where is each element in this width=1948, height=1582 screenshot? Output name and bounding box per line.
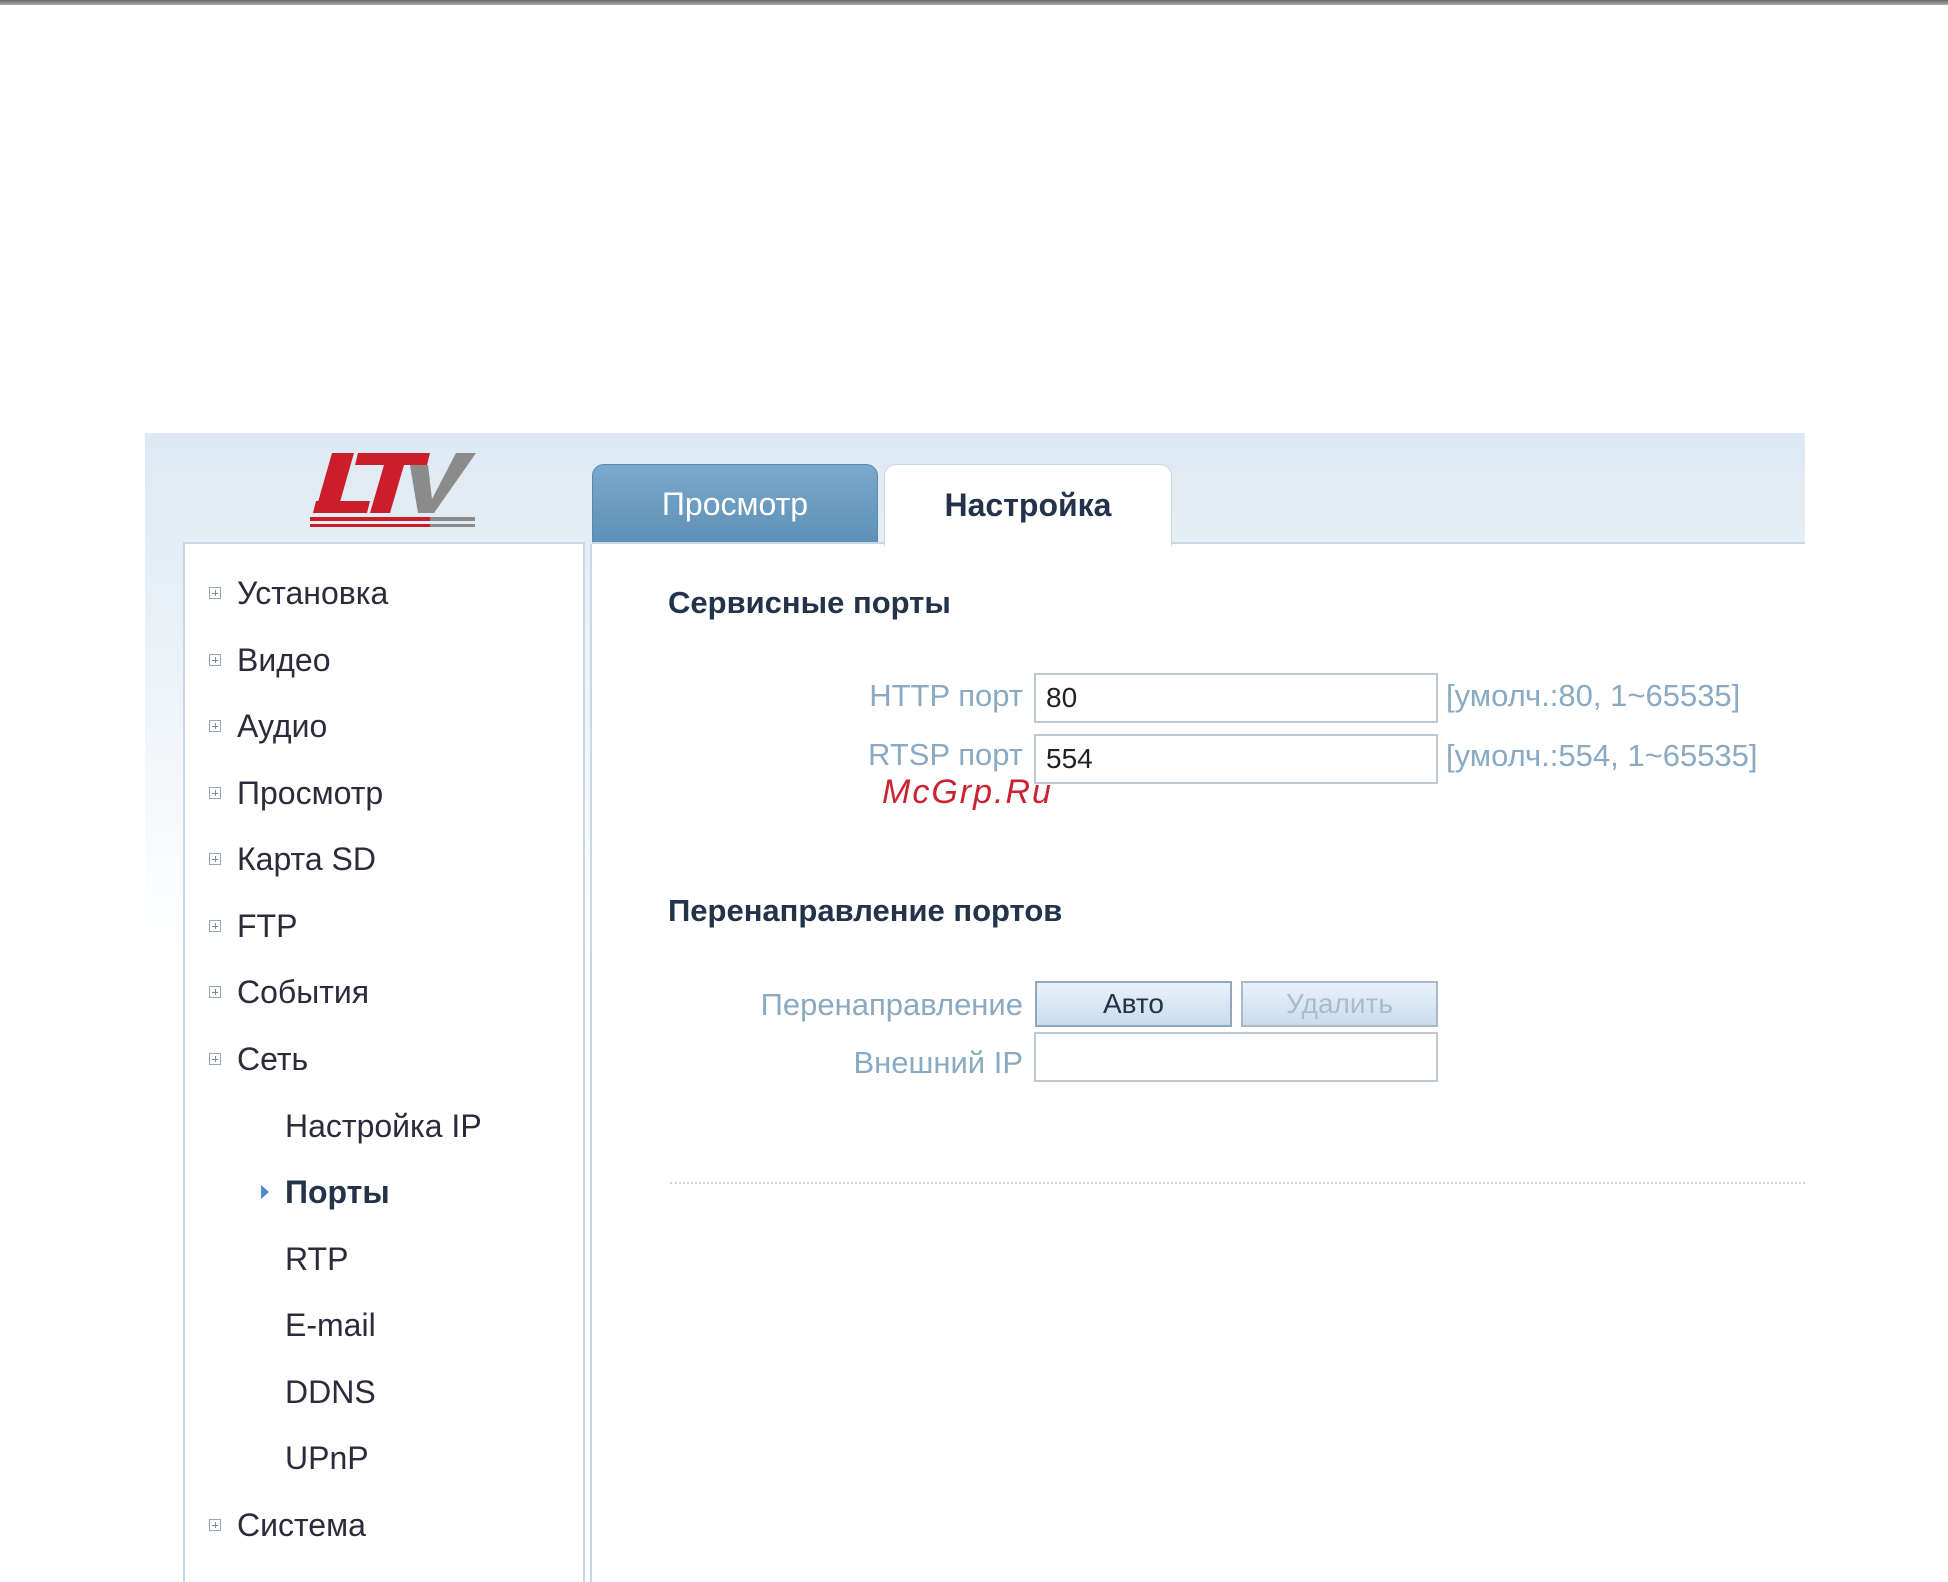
sidebar-subitem-ddns[interactable]: DDNS [285,1367,376,1417]
sidebar-item-install[interactable]: Установка [185,568,388,618]
rtsp-port-label: RTSP порт [868,737,1023,772]
sidebar-item-video[interactable]: Видео [185,635,330,685]
sidebar: Установка Видео Аудио Просмотр Карта SD … [183,542,585,1582]
watermark-text: McGrp.Ru [882,773,1053,811]
expand-icon [209,1053,221,1065]
tab-view[interactable]: Просмотр [592,464,878,544]
expand-icon [209,720,221,732]
sidebar-item-label: Установка [237,574,389,611]
tab-setup[interactable]: Настройка [884,464,1172,546]
port-forwarding-title: Перенаправление портов [668,893,1063,928]
expand-icon [209,654,221,666]
expand-icon [209,1519,221,1531]
sidebar-item-view[interactable]: Просмотр [185,768,383,818]
rtsp-port-input[interactable] [1034,734,1438,784]
expand-icon [209,587,221,599]
service-ports-title: Сервисные порты [668,585,951,620]
sidebar-item-label: UPnP [285,1439,369,1476]
sidebar-item-label: RTP [285,1240,349,1277]
rtsp-port-hint: [умолч.:554, 1~65535] [1446,738,1758,773]
expand-icon [209,787,221,799]
sidebar-subitem-rtp[interactable]: RTP [285,1234,348,1284]
sidebar-item-label: Сеть [237,1040,309,1077]
sidebar-item-ftp[interactable]: FTP [185,901,297,951]
http-port-input[interactable] [1034,673,1438,723]
delete-redirect-button[interactable]: Удалить [1241,981,1438,1027]
http-port-hint: [умолч.:80, 1~65535] [1446,678,1741,713]
content-separator [670,1182,1805,1184]
sidebar-item-label: Настройка IP [285,1107,482,1144]
page-top-rule [0,0,1948,5]
sidebar-item-label: Просмотр [237,774,384,811]
sidebar-subitem-ip-setup[interactable]: Настройка IP [285,1101,482,1151]
sidebar-item-label: Карта SD [237,840,376,877]
redirect-label: Перенаправление [760,987,1023,1022]
sidebar-item-events[interactable]: События [185,967,369,1017]
sidebar-item-sd-card[interactable]: Карта SD [185,834,376,884]
sidebar-subitem-ports[interactable]: Порты [261,1167,390,1217]
sidebar-item-label: E-mail [285,1306,376,1343]
sidebar-item-label: DDNS [285,1373,376,1410]
sidebar-item-label: Видео [237,641,331,678]
sidebar-item-label: Аудио [237,707,328,744]
sidebar-item-audio[interactable]: Аудио [185,701,327,751]
sidebar-item-system[interactable]: Система [185,1500,366,1550]
external-ip-label: Внешний IP [853,1045,1023,1080]
external-ip-input[interactable] [1034,1032,1438,1082]
expand-icon [209,986,221,998]
expand-icon [209,920,221,932]
sidebar-item-label: События [237,973,370,1010]
sidebar-item-label: FTP [237,907,298,944]
http-port-label: HTTP порт [869,678,1023,713]
expand-icon [209,853,221,865]
auto-redirect-button[interactable]: Авто [1035,981,1232,1027]
sidebar-item-network[interactable]: Сеть [185,1034,308,1084]
sidebar-subitem-upnp[interactable]: UPnP [285,1433,369,1483]
sidebar-item-label: Система [237,1506,366,1543]
sidebar-subitem-email[interactable]: E-mail [285,1300,376,1350]
active-arrow-icon [261,1185,269,1199]
ltv-logo [310,453,476,527]
sidebar-item-label: Порты [285,1173,390,1210]
